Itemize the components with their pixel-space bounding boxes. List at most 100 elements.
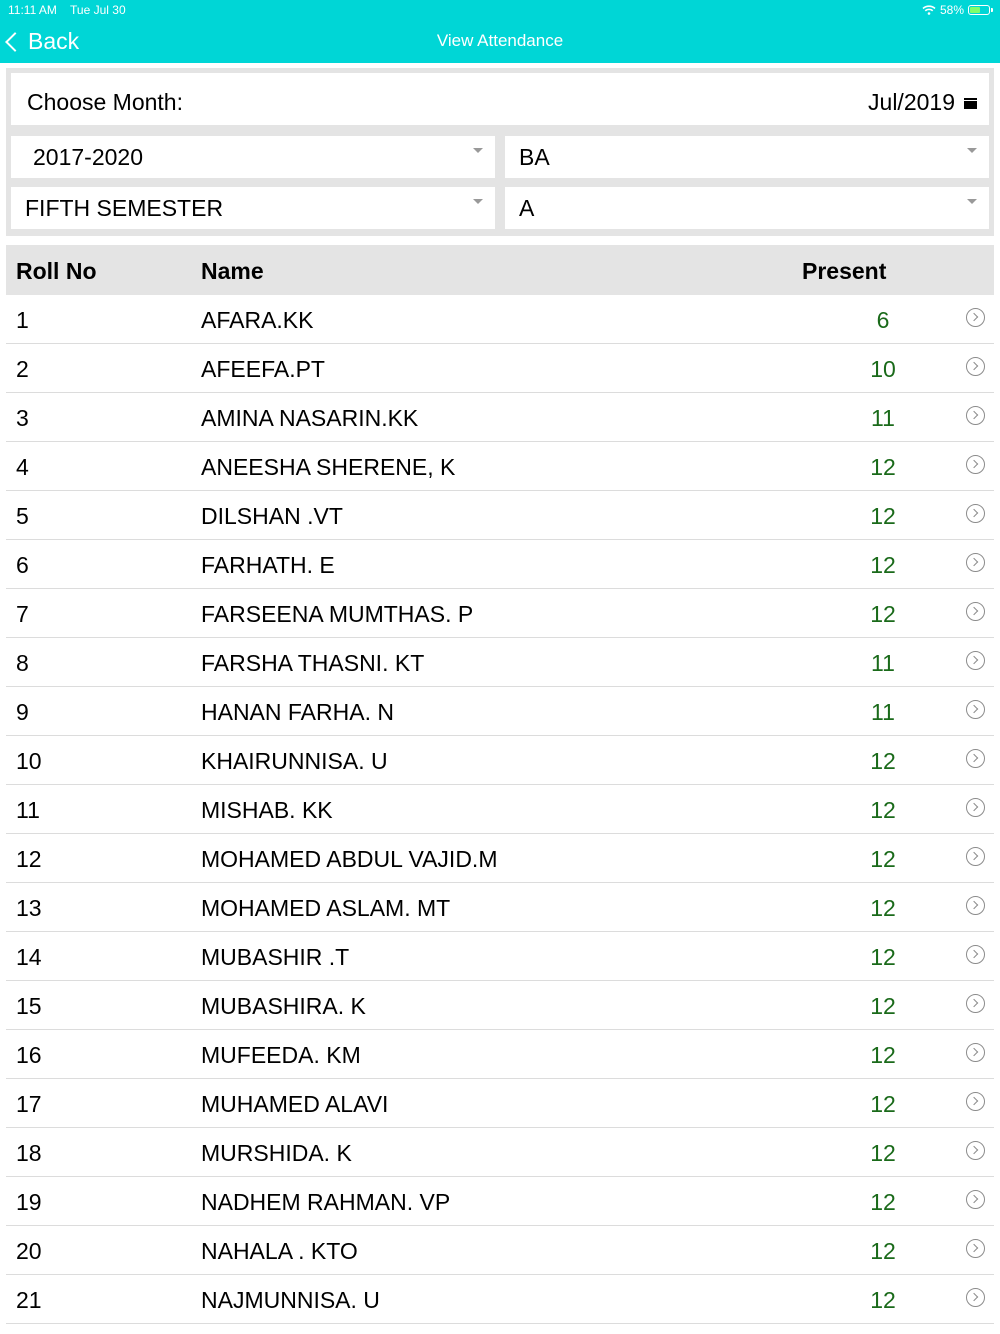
cell-present: 12	[870, 846, 896, 872]
table-row[interactable]: 18 MURSHIDA. K 12	[6, 1128, 994, 1177]
course-select[interactable]: BA	[505, 136, 989, 178]
cell-name: FARSEENA MUMTHAS. P	[201, 601, 474, 627]
table-row[interactable]: 1 AFARA.KK 6	[6, 295, 994, 344]
table-row[interactable]: 11 MISHAB. KK 12	[6, 785, 994, 834]
cell-present: 12	[870, 944, 896, 970]
chevron-right-circle-icon[interactable]	[966, 994, 985, 1013]
cell-name: NADHEM RAHMAN. VP	[201, 1189, 451, 1215]
cell-roll-no: 3	[16, 405, 29, 431]
cell-roll-no: 9	[16, 699, 29, 725]
chevron-right-circle-icon[interactable]	[966, 651, 985, 670]
month-picker[interactable]: Jul/2019	[868, 89, 977, 116]
chevron-right-circle-icon[interactable]	[966, 602, 985, 621]
cell-roll-no: 21	[16, 1287, 42, 1313]
table-row[interactable]: 6 FARHATH. E 12	[6, 540, 994, 589]
cell-name: NAHALA . KTO	[201, 1238, 358, 1264]
calendar-icon	[964, 98, 977, 109]
cell-name: ANEESHA SHERENE, K	[201, 454, 456, 480]
table-row[interactable]: 20 NAHALA . KTO 12	[6, 1226, 994, 1275]
table-row[interactable]: 16 MUFEEDA. KM 12	[6, 1030, 994, 1079]
semester-select[interactable]: FIFTH SEMESTER	[11, 187, 495, 229]
cell-present: 12	[870, 1091, 896, 1117]
battery-level	[970, 7, 980, 13]
cell-name: MISHAB. KK	[201, 797, 333, 823]
table-row[interactable]: 14 MUBASHIR .T 12	[6, 932, 994, 981]
cell-roll-no: 4	[16, 454, 29, 480]
cell-roll-no: 16	[16, 1042, 42, 1068]
chevron-right-circle-icon[interactable]	[966, 847, 985, 866]
table-row[interactable]: 19 NADHEM RAHMAN. VP 12	[6, 1177, 994, 1226]
table-row[interactable]: 8 FARSHA THASNI. KT 11	[6, 638, 994, 687]
chevron-right-circle-icon[interactable]	[966, 1141, 985, 1160]
status-date: Tue Jul 30	[70, 3, 126, 17]
dropdown-arrow-icon	[967, 199, 977, 204]
cell-present: 11	[871, 405, 895, 431]
chevron-right-circle-icon[interactable]	[966, 700, 985, 719]
table-row[interactable]: 3 AMINA NASARIN.KK 11	[6, 393, 994, 442]
table-row[interactable]: 17 MUHAMED ALAVI 12	[6, 1079, 994, 1128]
cell-present: 12	[870, 797, 896, 823]
cell-name: MOHAMED ABDUL VAJID.M	[201, 846, 498, 872]
cell-roll-no: 5	[16, 503, 29, 529]
chevron-right-circle-icon[interactable]	[966, 1043, 985, 1062]
cell-present: 11	[871, 650, 895, 676]
dropdown-arrow-icon	[473, 148, 483, 153]
cell-name: MUHAMED ALAVI	[201, 1091, 389, 1117]
chevron-right-circle-icon[interactable]	[966, 1190, 985, 1209]
cell-roll-no: 14	[16, 944, 42, 970]
table-row[interactable]: 15 MUBASHIRA. K 12	[6, 981, 994, 1030]
table-row[interactable]: 13 MOHAMED ASLAM. MT 12	[6, 883, 994, 932]
semester-value: FIFTH SEMESTER	[25, 195, 224, 221]
chevron-right-circle-icon[interactable]	[966, 308, 985, 327]
cell-roll-no: 17	[16, 1091, 42, 1117]
table-row[interactable]: 9 HANAN FARHA. N 11	[6, 687, 994, 736]
page-title: View Attendance	[436, 31, 564, 50]
chevron-right-circle-icon[interactable]	[966, 553, 985, 572]
header-present: Present	[802, 258, 887, 284]
attendance-table: Roll No Name Present 1 AFARA.KK 6 2 AFEEFA.P…	[6, 245, 994, 1324]
cell-present: 12	[870, 552, 896, 578]
chevron-right-circle-icon[interactable]	[966, 945, 985, 964]
cell-name: NAJMUNNISA. U	[201, 1287, 380, 1313]
division-select[interactable]: A	[505, 187, 989, 229]
cell-name: AMINA NASARIN.KK	[201, 405, 419, 431]
cell-roll-no: 1	[16, 307, 29, 333]
cell-present: 12	[870, 1287, 896, 1313]
table-row[interactable]: 4 ANEESHA SHERENE, K 12	[6, 442, 994, 491]
chevron-right-circle-icon[interactable]	[966, 406, 985, 425]
cell-roll-no: 7	[16, 601, 29, 627]
chevron-right-circle-icon[interactable]	[966, 798, 985, 817]
chevron-right-circle-icon[interactable]	[966, 1092, 985, 1111]
table-row[interactable]: 5 DILSHAN .VT 12	[6, 491, 994, 540]
chevron-right-circle-icon[interactable]	[966, 1288, 985, 1307]
cell-present: 12	[870, 993, 896, 1019]
month-value: Jul/2019	[868, 89, 955, 115]
table-row[interactable]: 10 KHAIRUNNISA. U 12	[6, 736, 994, 785]
cell-roll-no: 11	[16, 797, 40, 823]
cell-name: MUBASHIRA. K	[201, 993, 366, 1019]
header-roll-no: Roll No	[16, 258, 97, 284]
table-row[interactable]: 2 AFEEFA.PT 10	[6, 344, 994, 393]
batch-select[interactable]: 2017-2020	[11, 136, 495, 178]
chevron-right-circle-icon[interactable]	[966, 455, 985, 474]
chevron-right-circle-icon[interactable]	[966, 749, 985, 768]
cell-name: AFEEFA.PT	[201, 356, 325, 382]
batch-value: 2017-2020	[33, 144, 143, 170]
nav-bar: Back View Attendance	[0, 20, 1000, 63]
cell-name: FARSHA THASNI. KT	[201, 650, 425, 676]
status-right: 58%	[922, 3, 993, 17]
chevron-right-circle-icon[interactable]	[966, 357, 985, 376]
table-header: Roll No Name Present	[6, 245, 994, 295]
table-row[interactable]: 12 MOHAMED ABDUL VAJID.M 12	[6, 834, 994, 883]
cell-roll-no: 8	[16, 650, 29, 676]
chevron-right-circle-icon[interactable]	[966, 896, 985, 915]
header-name: Name	[201, 258, 264, 284]
table-row[interactable]: 7 FARSEENA MUMTHAS. P 12	[6, 589, 994, 638]
cell-present: 12	[870, 1042, 896, 1068]
table-row[interactable]: 21 NAJMUNNISA. U 12	[6, 1275, 994, 1324]
cell-name: MOHAMED ASLAM. MT	[201, 895, 451, 921]
cell-roll-no: 13	[16, 895, 42, 921]
chevron-right-circle-icon[interactable]	[966, 504, 985, 523]
chevron-right-circle-icon[interactable]	[966, 1239, 985, 1258]
table-body: 1 AFARA.KK 6 2 AFEEFA.PT 10 3 AMINA NASARIN.KK 1…	[6, 295, 994, 1324]
